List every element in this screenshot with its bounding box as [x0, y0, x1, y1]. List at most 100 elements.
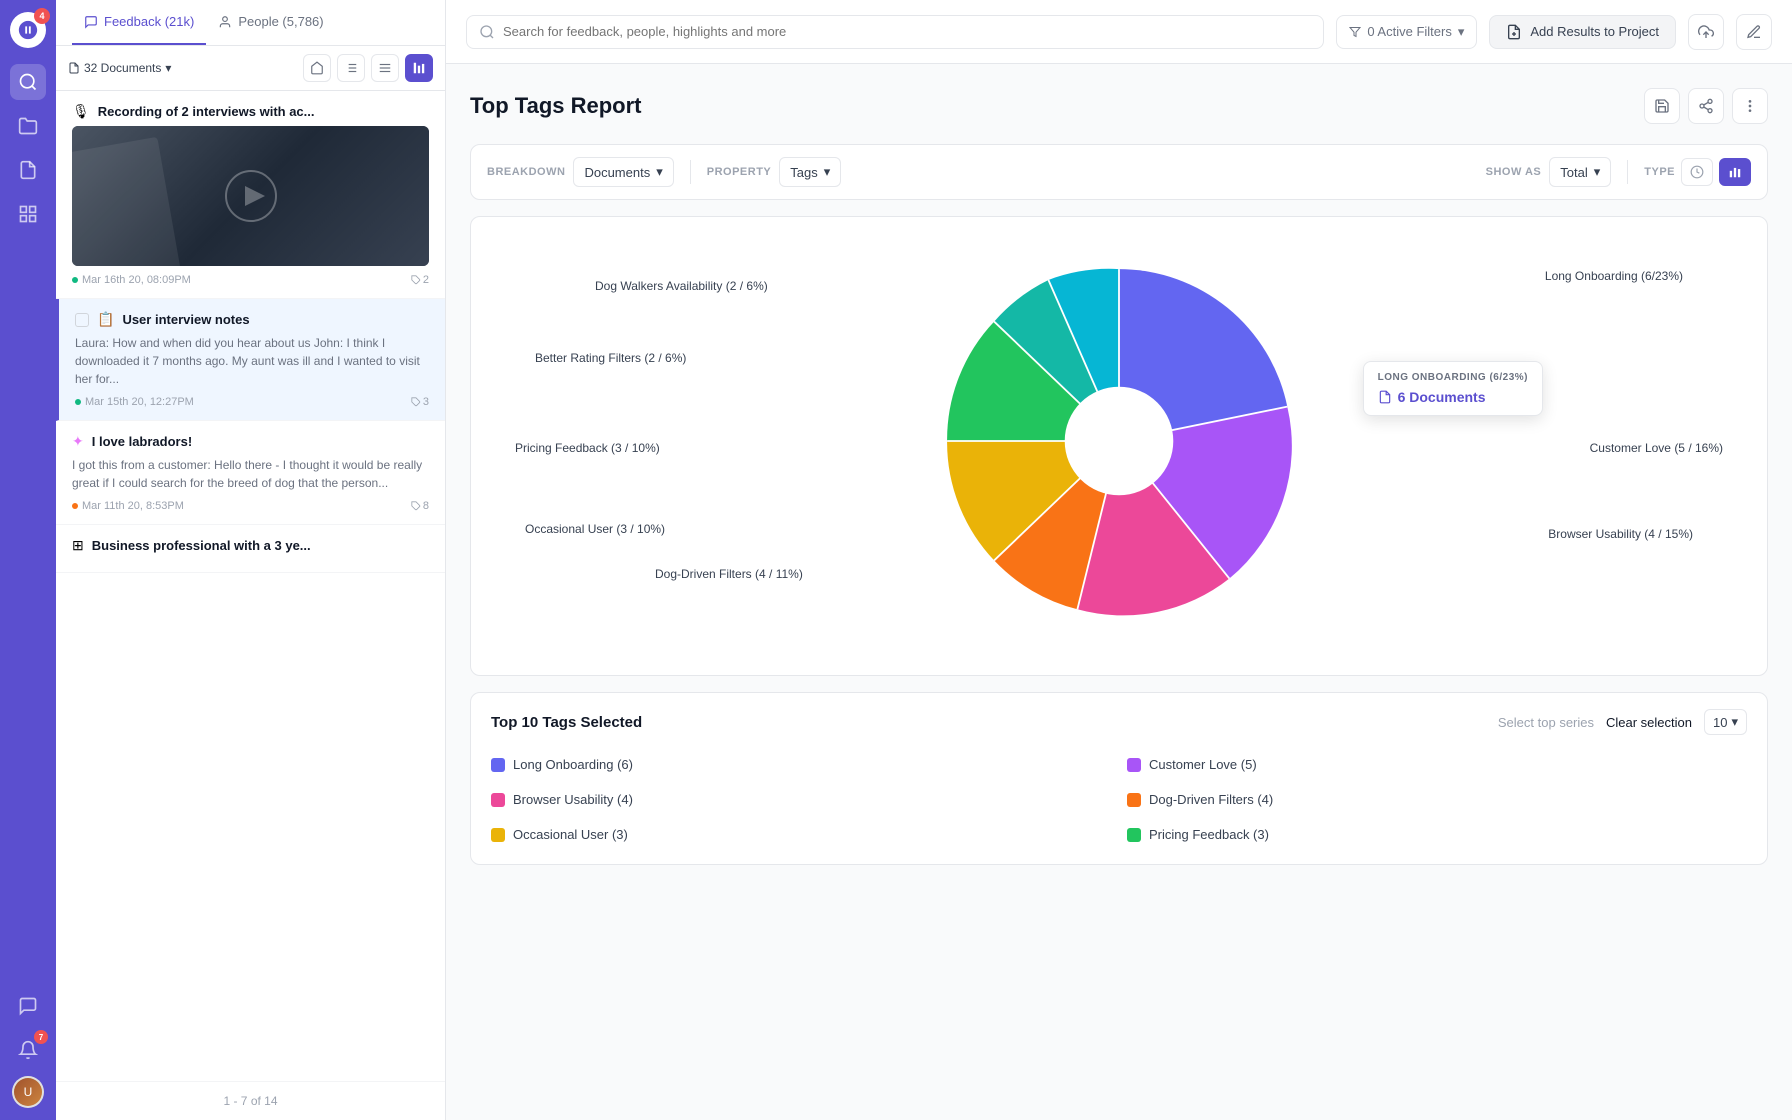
tab-people[interactable]: People (5,786) [206, 0, 335, 45]
left-panel: Feedback (21k) People (5,786) 32 Documen… [56, 0, 446, 1120]
document-list: 🎙 Recording of 2 interviews with ac... M… [56, 91, 445, 1081]
list-item[interactable]: ⊞ Business professional with a 3 ye... [56, 525, 445, 573]
list-item: Dog-Driven Filters (4) [1127, 786, 1747, 813]
view-menu[interactable] [371, 54, 399, 82]
label-better-rating: Better Rating Filters (2 / 6%) [535, 351, 686, 365]
pie-labels: Long Onboarding (6/23%) Customer Love (5… [495, 241, 1743, 641]
view-highlights[interactable] [303, 54, 331, 82]
more-options-btn[interactable] [1732, 88, 1768, 124]
tag-color-customer-love [1127, 758, 1141, 772]
tag-color-pricing-feedback [1127, 828, 1141, 842]
bottom-panel-header: Top 10 Tags Selected Select top series C… [491, 709, 1747, 735]
doc-thumbnail [72, 126, 429, 266]
tag-color-browser-usability [491, 793, 505, 807]
save-report-btn[interactable] [1644, 88, 1680, 124]
settings-btn[interactable] [1736, 14, 1772, 50]
show-as-select[interactable]: Total ▾ [1549, 157, 1611, 187]
nav-search[interactable] [10, 64, 46, 100]
label-customer-love: Customer Love (5 / 16%) [1590, 441, 1723, 455]
pie-tooltip: LONG ONBOARDING (6/23%) 6 Documents [1363, 361, 1543, 416]
pagination: 1 - 7 of 14 [56, 1081, 445, 1120]
doc-icon [1378, 390, 1392, 404]
doc-meta: Mar 11th 20, 8:53PM 8 [72, 500, 429, 512]
upload-btn[interactable] [1688, 14, 1724, 50]
property-group: PROPERTY Tags ▾ [707, 157, 842, 187]
bell-badge: 7 [34, 1030, 48, 1044]
main-content: 0 Active Filters ▾ Add Results to Projec… [446, 0, 1792, 1120]
panel-toolbar: 32 Documents ▾ [56, 46, 445, 91]
doc-checkbox[interactable] [75, 313, 89, 327]
breakdown-select[interactable]: Documents ▾ [573, 157, 673, 187]
type-time-btn[interactable] [1681, 158, 1713, 186]
active-filters-btn[interactable]: 0 Active Filters ▾ [1336, 15, 1477, 49]
nav-document[interactable] [10, 152, 46, 188]
tooltip-docs: 6 Documents [1378, 389, 1528, 405]
doc-meta: Mar 16th 20, 08:09PM 2 [72, 274, 429, 286]
property-select[interactable]: Tags ▾ [779, 157, 841, 187]
upload-icon [1698, 24, 1714, 40]
nav-folder[interactable] [10, 108, 46, 144]
bottom-panel: Top 10 Tags Selected Select top series C… [470, 692, 1768, 865]
list-item[interactable]: 📋 User interview notes Laura: How and wh… [56, 299, 445, 421]
top-bar: 0 Active Filters ▾ Add Results to Projec… [446, 0, 1792, 64]
search-icon [479, 24, 495, 40]
label-occasional-user: Occasional User (3 / 10%) [525, 522, 665, 536]
list-item: Long Onboarding (6) [491, 751, 1111, 778]
label-long-onboarding: Long Onboarding (6/23%) [1545, 269, 1683, 283]
tag-color-long-onboarding [491, 758, 505, 772]
docs-count[interactable]: 32 Documents ▾ [68, 61, 171, 75]
tab-feedback[interactable]: Feedback (21k) [72, 0, 206, 45]
report-header: Top Tags Report [470, 88, 1768, 124]
list-item[interactable]: 🎙 Recording of 2 interviews with ac... M… [56, 91, 445, 299]
doc-meta: Mar 15th 20, 12:27PM 3 [75, 396, 429, 408]
share-icon [1698, 98, 1714, 114]
clear-selection-btn[interactable]: Clear selection [1606, 715, 1692, 730]
chart-container: Long Onboarding (6/23%) Customer Love (5… [470, 216, 1768, 676]
select-top-series[interactable]: Select top series [1498, 715, 1594, 730]
type-group: TYPE [1644, 158, 1751, 186]
dots-icon [1742, 98, 1758, 114]
label-dog-walkers: Dog Walkers Availability (2 / 6%) [595, 279, 768, 293]
add-results-icon [1506, 24, 1522, 40]
label-dog-driven: Dog-Driven Filters (4 / 11%) [655, 567, 803, 581]
top-count-select[interactable]: 10 ▾ [1704, 709, 1747, 735]
search-input[interactable] [503, 24, 1311, 39]
filter-icon [1349, 26, 1361, 38]
save-icon [1654, 98, 1670, 114]
settings-icon [1746, 24, 1762, 40]
filter-bar: BREAKDOWN Documents ▾ PROPERTY Tags ▾ SH… [470, 144, 1768, 200]
report-area: Top Tags Report BREAKDOWN Documents ▾ [446, 64, 1792, 1120]
tag-color-occasional-user [491, 828, 505, 842]
search-box[interactable] [466, 15, 1324, 49]
nav-feedback[interactable] [10, 988, 46, 1024]
tag-color-dog-driven [1127, 793, 1141, 807]
view-list[interactable] [337, 54, 365, 82]
list-item: Browser Usability (4) [491, 786, 1111, 813]
pie-wrapper: Long Onboarding (6/23%) Customer Love (5… [495, 241, 1743, 641]
share-report-btn[interactable] [1688, 88, 1724, 124]
tags-grid: Long Onboarding (6) Customer Love (5) Br… [491, 751, 1747, 848]
user-avatar[interactable]: U [12, 1076, 44, 1108]
list-item: Pricing Feedback (3) [1127, 821, 1747, 848]
label-browser-usability: Browser Usability (4 / 15%) [1548, 527, 1693, 541]
list-item[interactable]: ✦ I love labradors! I got this from a cu… [56, 421, 445, 525]
list-item: Occasional User (3) [491, 821, 1111, 848]
list-item: Customer Love (5) [1127, 751, 1747, 778]
filter-sep-1 [690, 160, 691, 184]
panel-tabs: Feedback (21k) People (5,786) [56, 0, 445, 46]
logo[interactable]: 4 [10, 12, 46, 48]
report-title: Top Tags Report [470, 93, 642, 119]
breakdown-group: BREAKDOWN Documents ▾ [487, 157, 674, 187]
filter-sep-2 [1627, 160, 1628, 184]
label-pricing-feedback: Pricing Feedback (3 / 10%) [515, 441, 660, 455]
view-chart[interactable] [405, 54, 433, 82]
show-as-group: SHOW AS Total ▾ [1486, 157, 1612, 187]
report-actions [1644, 88, 1768, 124]
add-results-btn[interactable]: Add Results to Project [1489, 15, 1676, 49]
nav-bell[interactable]: 7 [10, 1032, 46, 1068]
type-bar-btn[interactable] [1719, 158, 1751, 186]
bottom-actions: Select top series Clear selection 10 ▾ [1498, 709, 1747, 735]
logo-badge: 4 [34, 8, 50, 24]
icon-nav: 4 7 U [0, 0, 56, 1120]
nav-grid[interactable] [10, 196, 46, 232]
